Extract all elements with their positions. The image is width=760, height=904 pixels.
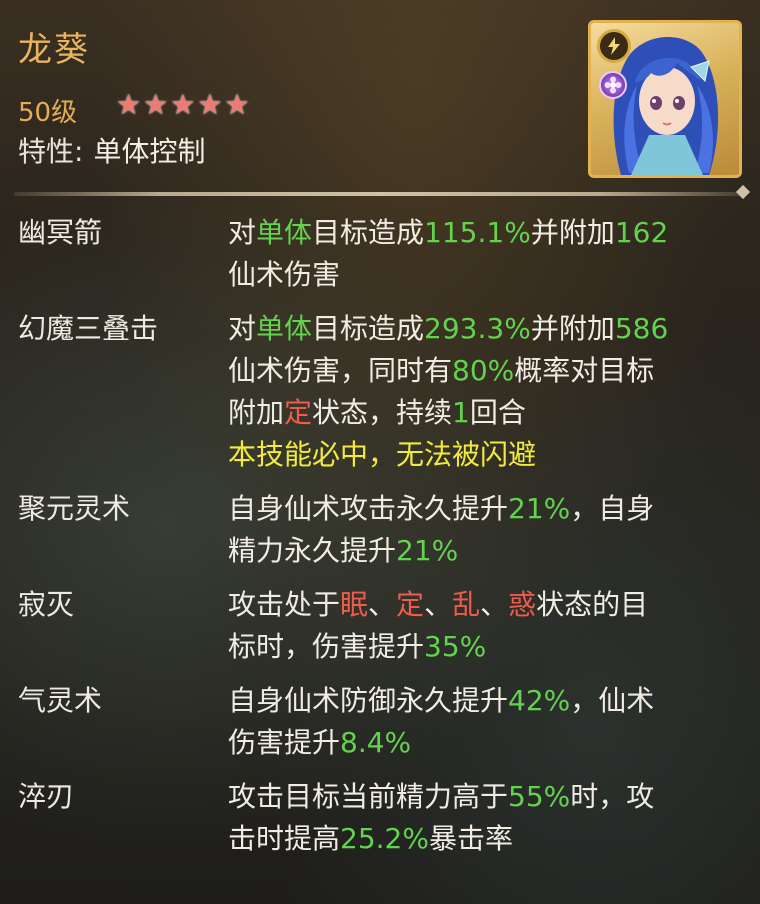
skill-description: 对单体目标造成293.3%并附加586 仙术伤害，同时有80%概率对目标 附加定状态… <box>228 308 738 476</box>
skill-highlight-text: 42% <box>508 684 571 717</box>
skill-highlight-text: 定 <box>396 588 425 621</box>
skill-highlight-text: 8.4% <box>340 726 412 759</box>
skill-highlight-text: 定 <box>284 396 313 429</box>
skill-text: 状态，持续 <box>312 396 453 429</box>
skill-name: 幻魔三叠击 <box>18 312 159 345</box>
skill-text: 回合 <box>469 396 526 429</box>
skill-text: 标时，伤害提升 <box>228 630 425 663</box>
skill-text: 对 <box>228 216 257 249</box>
skill-text: 、 <box>368 588 397 621</box>
skill-description-line: 仙术伤害，同时有80%概率对目标 <box>228 350 738 392</box>
skill-text: 、 <box>424 588 453 621</box>
skill-highlight-text: 115.1% <box>424 216 531 249</box>
skill-text: 伤害提升 <box>228 726 341 759</box>
skill-text: 自身仙术攻击永久提升 <box>228 492 509 525</box>
skill-description-line: 伤害提升8.4% <box>228 722 738 764</box>
skill-highlight-text: 1 <box>452 396 470 429</box>
skill-text: 仙术伤害，同时有 <box>228 354 453 387</box>
skill-description: 攻击目标当前精力高于55%时，攻 击时提高25.2%暴击率 <box>228 776 738 860</box>
skill-description-line: 对单体目标造成293.3%并附加586 <box>228 308 738 350</box>
skill-row: 寂灭 攻击处于眠、定、乱、惑状态的目 标时，伤害提升35% <box>0 584 760 668</box>
skill-text: 仙术伤害 <box>228 258 341 291</box>
skill-description: 对单体目标造成115.1%并附加162 仙术伤害 <box>228 212 738 296</box>
skill-name: 聚元灵术 <box>18 492 131 525</box>
skill-text: 并附加 <box>530 216 615 249</box>
hero-portrait[interactable] <box>588 20 742 178</box>
skill-highlight-text: 本技能必中，无法被闪避 <box>228 438 537 471</box>
skill-text: 、 <box>480 588 509 621</box>
star-icon: ★ <box>170 88 196 121</box>
skill-highlight-text: 25.2% <box>340 822 429 855</box>
trait-value: 单体控制 <box>93 135 206 168</box>
skill-text: 目标造成 <box>312 312 425 345</box>
skill-highlight-text: 293.3% <box>424 312 531 345</box>
skill-text: 精力永久提升 <box>228 534 397 567</box>
skill-text: 暴击率 <box>428 822 513 855</box>
skill-description-line: 自身仙术防御永久提升42%，仙术 <box>228 680 738 722</box>
header-divider <box>14 192 746 196</box>
skill-text: 攻击处于 <box>228 588 341 621</box>
skill-highlight-text: 单体 <box>256 312 313 345</box>
skill-description-line: 攻击目标当前精力高于55%时，攻 <box>228 776 738 818</box>
skill-description-line: 攻击处于眠、定、乱、惑状态的目 <box>228 584 738 626</box>
skill-highlight-text: 眠 <box>340 588 369 621</box>
skill-list: 幽冥箭 对单体目标造成115.1%并附加162 仙术伤害 幻魔三叠击 对单体目标造成29… <box>0 212 760 872</box>
skill-highlight-text: 80% <box>452 354 515 387</box>
skill-highlight-text: 55% <box>508 780 571 813</box>
star-icon: ★ <box>197 88 223 121</box>
skill-text: 击时提高 <box>228 822 341 855</box>
skill-description: 自身仙术防御永久提升42%，仙术 伤害提升8.4% <box>228 680 738 764</box>
skill-highlight-text: 35% <box>424 630 487 663</box>
skill-row: 幽冥箭 对单体目标造成115.1%并附加162 仙术伤害 <box>0 212 760 296</box>
skill-name: 幽冥箭 <box>18 216 103 249</box>
skill-description-line: 击时提高25.2%暴击率 <box>228 818 738 860</box>
skill-highlight-text: 单体 <box>256 216 313 249</box>
trait-label: 特性: <box>18 135 84 168</box>
hero-header: 龙葵 50级 ★ ★ ★ ★ ★ 特性: 单体控制 <box>0 0 760 196</box>
skill-description-line: 对单体目标造成115.1%并附加162 <box>228 212 738 254</box>
skill-row: 气灵术 自身仙术防御永久提升42%，仙术 伤害提升8.4% <box>0 680 760 764</box>
skill-text: 附加 <box>228 396 285 429</box>
skill-description-line: 附加定状态，持续1回合 <box>228 392 738 434</box>
skill-text: 时，攻 <box>570 780 655 813</box>
skill-text: 并附加 <box>530 312 615 345</box>
skill-highlight-text: 586 <box>614 312 669 345</box>
skill-text: 自身仙术防御永久提升 <box>228 684 509 717</box>
skill-row: 聚元灵术 自身仙术攻击永久提升21%，自身 精力永久提升21% <box>0 488 760 572</box>
skill-name: 寂灭 <box>18 588 75 621</box>
skill-text: 概率对目标 <box>514 354 655 387</box>
hero-info-panel: 龙葵 50级 ★ ★ ★ ★ ★ 特性: 单体控制 幽冥箭 对单体目标造成115… <box>0 0 760 904</box>
skill-description-line: 精力永久提升21% <box>228 530 738 572</box>
skill-description: 自身仙术攻击永久提升21%，自身 精力永久提升21% <box>228 488 738 572</box>
hero-level: 50级 <box>18 98 78 128</box>
skill-row: 淬刃 攻击目标当前精力高于55%时，攻 击时提高25.2%暴击率 <box>0 776 760 860</box>
skill-highlight-text: 162 <box>614 216 669 249</box>
star-icon: ★ <box>143 88 169 121</box>
skill-highlight-text: 21% <box>396 534 459 567</box>
skill-description-line: 标时，伤害提升35% <box>228 626 738 668</box>
skill-description-line: 自身仙术攻击永久提升21%，自身 <box>228 488 738 530</box>
skill-text: 对 <box>228 312 257 345</box>
skill-text: ，自身 <box>570 492 655 525</box>
skill-name: 淬刃 <box>18 780 75 813</box>
skill-text: 目标造成 <box>312 216 425 249</box>
skill-description-line: 仙术伤害 <box>228 254 738 296</box>
star-rating: ★ ★ ★ ★ ★ <box>116 90 250 120</box>
hero-name: 龙葵 <box>18 30 90 70</box>
star-icon: ★ <box>224 88 250 121</box>
skill-highlight-text: 21% <box>508 492 571 525</box>
skill-text: 状态的目 <box>536 588 649 621</box>
flower-icon <box>599 71 627 99</box>
skill-highlight-text: 乱 <box>452 588 481 621</box>
lightning-icon <box>597 29 631 63</box>
hero-trait: 特性: 单体控制 <box>18 130 205 170</box>
skill-name: 气灵术 <box>18 684 103 717</box>
skill-description: 攻击处于眠、定、乱、惑状态的目 标时，伤害提升35% <box>228 584 738 668</box>
skill-text: 攻击目标当前精力高于 <box>228 780 509 813</box>
skill-highlight-text: 惑 <box>508 588 537 621</box>
skill-text: ，仙术 <box>570 684 655 717</box>
skill-row: 幻魔三叠击 对单体目标造成293.3%并附加586 仙术伤害，同时有80%概率对目标… <box>0 308 760 476</box>
star-icon: ★ <box>116 88 142 121</box>
skill-description-line: 本技能必中，无法被闪避 <box>228 434 738 476</box>
